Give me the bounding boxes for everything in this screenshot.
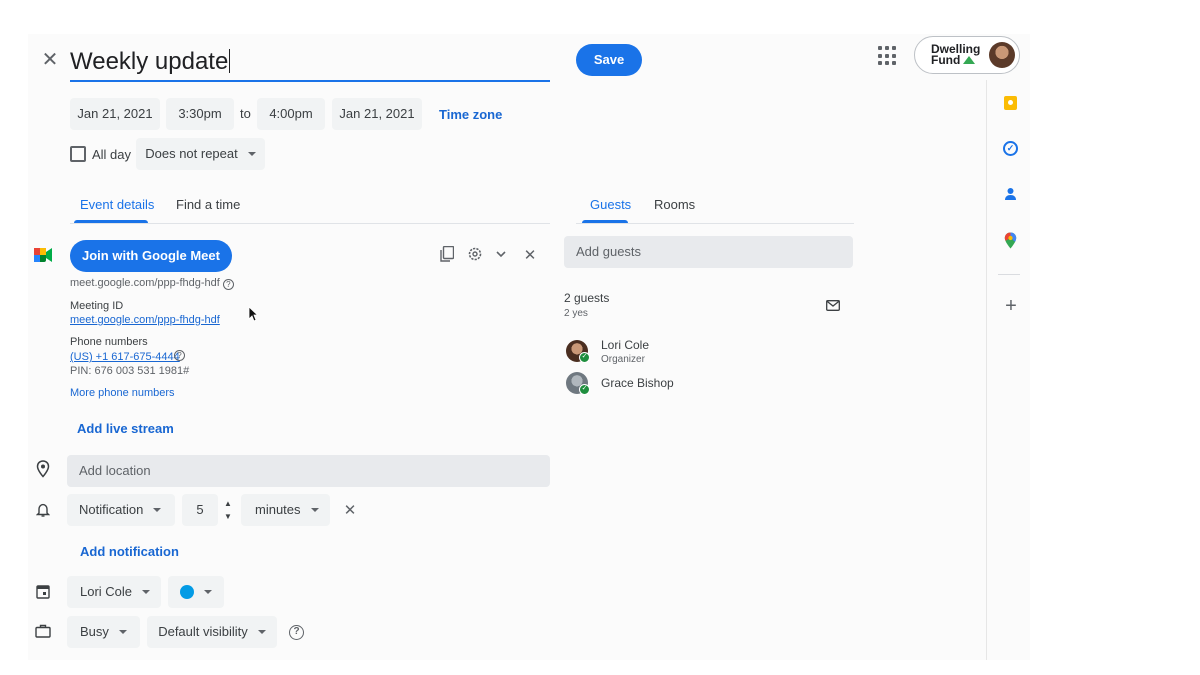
phone-numbers-label: Phone numbers: [70, 336, 148, 348]
notification-unit-value: minutes: [255, 502, 301, 517]
accepted-check-icon: ✓: [579, 384, 590, 395]
time-zone-link[interactable]: Time zone: [439, 107, 502, 122]
visibility-value: Default visibility: [158, 624, 248, 639]
google-meet-icon: [34, 248, 52, 262]
end-time-chip[interactable]: 4:00pm: [257, 98, 325, 130]
event-color-select[interactable]: [168, 576, 224, 608]
briefcase-icon: [35, 624, 51, 638]
guest-avatar-wrap: ✓: [566, 372, 590, 395]
amount-stepper[interactable]: ▲ ▼: [223, 497, 233, 523]
text-caret: [229, 49, 231, 73]
copy-icon[interactable]: [439, 245, 455, 265]
side-rail-separator: [998, 274, 1020, 275]
notification-unit-select[interactable]: minutes: [241, 494, 330, 526]
settings-icon[interactable]: [466, 246, 484, 265]
event-editor: ✕ Weekly update Save Dwelling Fund Jan 2…: [28, 34, 1030, 660]
contacts-icon[interactable]: [1004, 187, 1017, 201]
start-date-chip[interactable]: Jan 21, 2021: [70, 98, 160, 130]
visibility-select[interactable]: Default visibility: [147, 616, 277, 648]
end-date-chip[interactable]: Jan 21, 2021: [332, 98, 422, 130]
meeting-id-label: Meeting ID: [70, 300, 124, 312]
chevron-down-icon[interactable]: [493, 246, 509, 265]
guests-tabs-divider: [576, 223, 854, 224]
availability-select[interactable]: Busy: [67, 616, 140, 648]
apps-grid-icon[interactable]: [878, 46, 898, 66]
save-button[interactable]: Save: [576, 44, 642, 76]
meet-url: meet.google.com/ppp-fhdg-hdf ?: [70, 277, 234, 290]
meeting-pin: PIN: 676 003 531 1981#: [70, 365, 190, 377]
all-day-checkbox[interactable]: [70, 146, 86, 162]
help-icon[interactable]: ?: [174, 350, 185, 361]
mail-icon[interactable]: [826, 300, 840, 311]
close-icon[interactable]: ✕: [38, 48, 62, 72]
notification-amount-input[interactable]: 5: [182, 494, 218, 526]
notification-type-value: Notification: [79, 502, 144, 517]
avatar: [989, 42, 1015, 68]
tabs-divider: [70, 223, 550, 224]
guest-role: Organizer: [601, 354, 645, 365]
tasks-icon[interactable]: ✓: [1003, 141, 1018, 156]
add-guests-input[interactable]: Add guests: [564, 236, 853, 268]
event-color-swatch: [180, 585, 194, 599]
bell-icon: [36, 503, 50, 517]
tab-find-a-time[interactable]: Find a time: [176, 197, 240, 212]
repeat-select[interactable]: Does not repeat: [136, 138, 265, 170]
add-notification-link[interactable]: Add notification: [80, 544, 179, 559]
meeting-id-link[interactable]: meet.google.com/ppp-fhdg-hdf: [70, 314, 220, 326]
guest-name: Grace Bishop: [601, 376, 674, 390]
all-day-label: All day: [92, 147, 132, 162]
maps-icon[interactable]: [1004, 232, 1017, 249]
repeat-value: Does not repeat: [145, 146, 238, 161]
calendar-select[interactable]: Lori Cole: [67, 576, 161, 608]
tab-guests[interactable]: Guests: [590, 197, 631, 212]
event-title-text: Weekly update: [70, 48, 229, 75]
location-input[interactable]: Add location: [67, 455, 550, 487]
guest-avatar-wrap: ✓: [566, 340, 590, 363]
add-live-stream-link[interactable]: Add live stream: [77, 421, 174, 436]
event-title-input[interactable]: Weekly update: [70, 42, 550, 82]
side-rail-divider: [986, 80, 987, 660]
keep-icon[interactable]: [1004, 96, 1017, 110]
add-icon[interactable]: +: [1002, 296, 1020, 316]
help-icon[interactable]: ?: [222, 279, 234, 290]
phone-number-link[interactable]: (US) +1 617-675-4444: [70, 351, 180, 363]
brand-line-2: Fund: [931, 53, 961, 67]
mouse-cursor-icon: [248, 306, 258, 322]
tab-event-details[interactable]: Event details: [80, 197, 154, 212]
accepted-check-icon: ✓: [579, 352, 590, 363]
calendar-icon: [36, 585, 50, 599]
meet-url-text: meet.google.com/ppp-fhdg-hdf: [70, 277, 220, 289]
calendar-owner-value: Lori Cole: [80, 584, 133, 599]
join-meet-button[interactable]: Join with Google Meet: [70, 240, 232, 272]
help-icon[interactable]: ?: [289, 625, 304, 640]
guest-count: 2 guests: [564, 291, 610, 305]
availability-value: Busy: [80, 624, 109, 639]
guest-yes-count: 2 yes: [564, 308, 588, 319]
account-switcher[interactable]: Dwelling Fund: [914, 36, 1020, 74]
to-label: to: [240, 106, 251, 121]
more-phone-numbers-link[interactable]: More phone numbers: [70, 387, 175, 399]
remove-meet-icon[interactable]: ✕: [522, 246, 538, 264]
location-pin-icon: [36, 460, 50, 478]
remove-notification-icon[interactable]: ✕: [342, 501, 358, 519]
tab-rooms[interactable]: Rooms: [654, 197, 695, 212]
start-time-chip[interactable]: 3:30pm: [166, 98, 234, 130]
notification-type-select[interactable]: Notification: [67, 494, 175, 526]
guest-name: Lori Cole: [601, 338, 650, 352]
